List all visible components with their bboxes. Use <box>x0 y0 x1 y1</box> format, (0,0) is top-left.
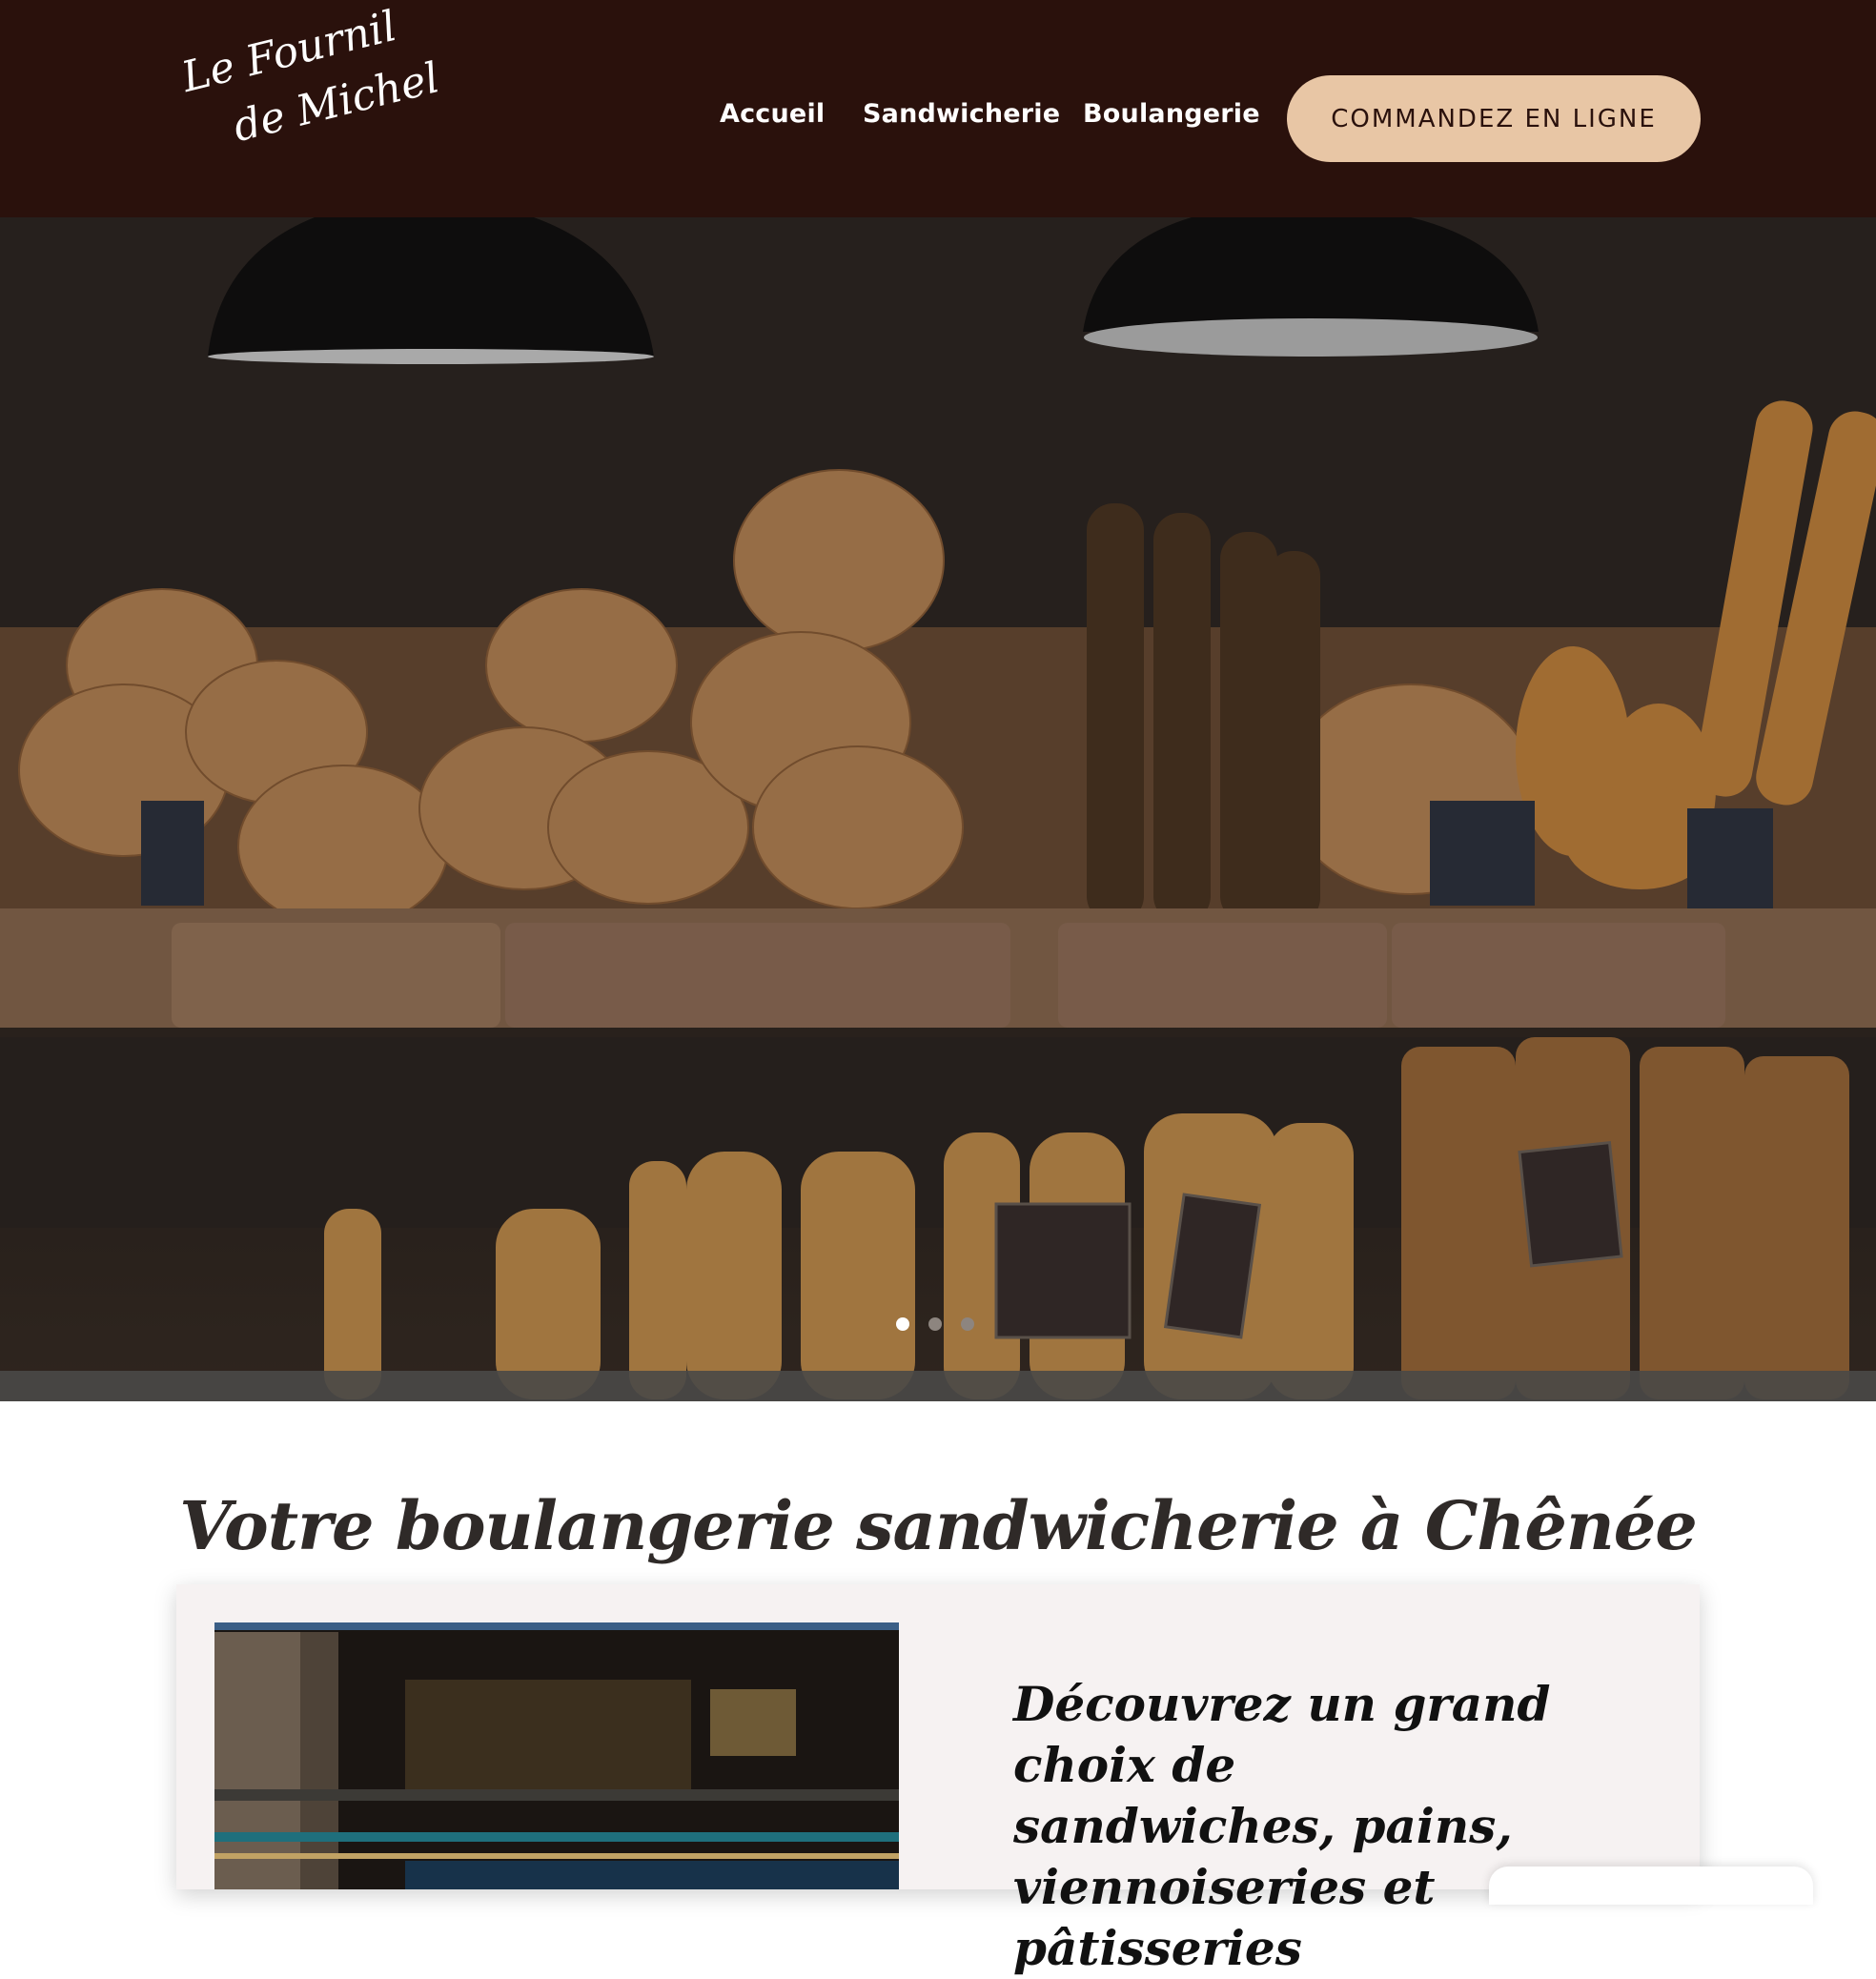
hero-slider-dots <box>896 1317 982 1335</box>
order-online-button[interactable]: COMMANDEZ EN LIGNE <box>1287 75 1701 162</box>
card-heading-line: sandwiches, pains, <box>1013 1798 1513 1854</box>
chat-widget-tab[interactable] <box>1489 1867 1813 1905</box>
site-logo[interactable]: Le Fournil de Michel <box>177 2 444 162</box>
hero-bakery-image <box>0 217 1876 1401</box>
page-title: Votre boulangerie sandwicherie à Chênée <box>179 1485 1698 1565</box>
card-image <box>214 1622 899 1889</box>
card-heading-line: Découvrez un grand choix de <box>1013 1676 1551 1793</box>
hero-slider <box>0 217 1876 1401</box>
site-header: Le Fournil de Michel Accueil Sandwicheri… <box>0 0 1876 217</box>
slider-dot-1[interactable] <box>896 1317 909 1331</box>
feature-card: Découvrez un grand choix de sandwiches, … <box>176 1584 1700 1976</box>
nav-link-boulangerie[interactable]: Boulangerie <box>1083 99 1260 129</box>
slider-dot-2[interactable] <box>928 1317 942 1331</box>
nav-link-accueil[interactable]: Accueil <box>720 99 825 129</box>
slider-dot-3[interactable] <box>961 1317 974 1331</box>
nav-link-sandwicherie[interactable]: Sandwicherie <box>863 99 1060 129</box>
card-heading: Découvrez un grand choix de sandwiches, … <box>1013 1674 1662 1979</box>
